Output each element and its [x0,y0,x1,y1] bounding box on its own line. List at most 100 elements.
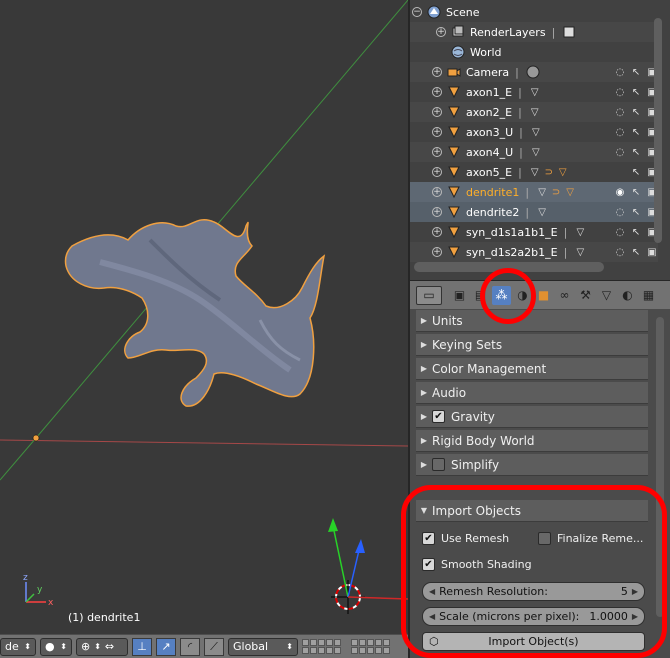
panel-simplify[interactable]: ▶ Simplify [416,454,648,476]
outliner-row-syn_d1s2a2b1_E[interactable]: + syn_d1s2a2b1_E | ▽ ◌ ↖ ▣ [410,242,658,262]
visibility-icon[interactable]: ◌ [614,246,626,258]
visibility-icon[interactable]: ◌ [614,226,626,238]
arrow-icon: ↗ [161,640,171,653]
select-cursor-icon[interactable]: ↖ [630,86,642,98]
layers-grid[interactable] [302,639,341,654]
mesh-data-icon: ▽ [601,288,612,302]
simplify-checkbox[interactable] [432,458,445,471]
tab-data[interactable]: ▽ [597,286,616,305]
outliner-item-label: axon2_E [466,105,513,119]
outliner-item-label: syn_d1s2a2b1_E [466,245,558,259]
tab-modifiers[interactable]: ⚒ [576,286,595,305]
wrench-icon: ⚒ [580,288,591,302]
expand-icon[interactable]: + [432,67,442,77]
mesh-object-icon [446,205,462,219]
outliner-row-axon3_U[interactable]: + axon3_U | ▽ ◌ ↖ ▣ [410,122,658,142]
svg-text:x: x [48,598,54,608]
scale-icon: ⟋ [210,639,218,653]
viewport-header: de ⬍ ● ⬍ ⊕ ⬍ ⇔ ⊥ ↗ ◜ ⟋ Global ⬍ [0,634,408,658]
outliner-row-axon4_U[interactable]: + axon4_U | ▽ ◌ ↖ ▣ [410,142,658,162]
orientation-select[interactable]: Global ⬍ [228,637,298,656]
tab-object[interactable]: ■ [534,286,553,305]
select-cursor-icon[interactable]: ↖ [630,246,642,258]
outliner-row-dendrite1[interactable]: + dendrite1 | ▽ ⊃ ▽ ◉ ↖ ▣ [410,182,658,202]
select-cursor-icon[interactable]: ↖ [630,106,642,118]
expand-icon[interactable]: + [432,127,442,137]
renderlayers-icon [450,25,466,39]
mode-select[interactable]: de ⬍ [0,637,36,656]
panel-rigid-body-world[interactable]: ▶ Rigid Body World [416,430,648,452]
3d-viewport[interactable]: z y x (1) dendrite1 [0,0,408,634]
rotate-manipulator-button[interactable]: ◜ [180,637,200,656]
outliner-row-axon2_E[interactable]: + axon2_E | ▽ ◌ ↖ ▣ [410,102,658,122]
mesh-data-icon: ▽ [530,106,539,118]
expand-icon[interactable]: + [432,207,442,217]
outliner-row-dendrite2[interactable]: + dendrite2 | ▽ ◌ ↖ ▣ [410,202,658,222]
tab-constraints[interactable]: ∞ [555,286,574,305]
outliner-row-camera[interactable]: + Camera | ◌ ↖ ▣ [410,62,658,82]
select-cursor-icon[interactable]: ↖ [630,226,642,238]
select-cursor-icon[interactable]: ↖ [630,66,642,78]
tab-material[interactable]: ◐ [618,286,637,305]
outliner-vertical-scrollbar[interactable] [654,18,662,243]
expand-icon[interactable]: + [432,87,442,97]
translate-manipulator-button[interactable]: ↗ [156,637,176,656]
expand-icon[interactable]: + [432,187,442,197]
object-origin [32,434,40,442]
visibility-icon[interactable]: ◌ [614,66,626,78]
rotate-icon: ◜ [187,640,193,653]
checkmark-icon: ✔ [434,411,443,422]
select-cursor-icon[interactable]: ↖ [630,186,642,198]
panel-label: Keying Sets [432,337,503,352]
svg-text:y: y [37,585,43,595]
collapse-icon[interactable]: − [412,7,422,17]
select-cursor-icon[interactable]: ↖ [630,166,642,178]
panel-keying-sets[interactable]: ▶ Keying Sets [416,334,648,356]
tab-render[interactable]: ▣ [450,286,469,305]
modifier-icon: ⊃ [544,166,553,178]
visibility-icon[interactable]: ◌ [614,106,626,118]
outliner-row-syn_d1s1a1b1_E[interactable]: + syn_d1s1a1b1_E | ▽ ◌ ↖ ▣ [410,222,658,242]
editor-type-button[interactable]: ▭ [416,285,442,305]
expand-icon[interactable]: + [436,27,446,37]
outliner-item-label: axon3_U [466,125,514,139]
expand-icon[interactable]: + [432,147,442,157]
shading-select[interactable]: ● ⬍ [40,637,72,656]
panel-units[interactable]: ▶ Units [416,310,648,332]
svg-text:z: z [23,573,28,583]
outliner-row-scene[interactable]: − Scene [410,2,658,22]
collapsed-arrow-icon: ▶ [420,316,428,325]
select-cursor-icon[interactable]: ↖ [630,146,642,158]
world-icon [450,45,466,59]
tab-texture[interactable]: ▦ [639,286,658,305]
outliner-row-axon5_E[interactable]: + axon5_E | ▽ ⊃ ▽ ↖ ▣ [410,162,658,182]
outliner-row-world[interactable]: World [410,42,658,62]
panel-gravity[interactable]: ▶ ✔ Gravity [416,406,648,428]
expand-icon[interactable]: + [432,247,442,257]
panel-color-management[interactable]: ▶ Color Management [416,358,648,380]
visibility-icon[interactable]: ◌ [614,146,626,158]
panel-label: Simplify [451,457,500,472]
select-cursor-icon[interactable]: ↖ [630,206,642,218]
scale-manipulator-button[interactable]: ⟋ [204,637,224,656]
outliner-item-label: Scene [446,5,480,19]
expand-icon[interactable]: + [432,107,442,117]
layers-grid-2[interactable] [351,639,390,654]
expand-icon[interactable]: + [432,167,442,177]
manipulator-toggle-button[interactable]: ⊥ [132,637,152,656]
outliner-row-renderlayers[interactable]: + RenderLayers | [410,22,658,42]
collapsed-arrow-icon: ▶ [420,340,428,349]
visibility-icon[interactable]: ◌ [614,206,626,218]
outliner-row-axon1_E[interactable]: + axon1_E | ▽ ◌ ↖ ▣ [410,82,658,102]
render-camera-icon[interactable]: ▣ [646,246,658,258]
gravity-checkbox[interactable]: ✔ [432,410,445,423]
panel-label: Rigid Body World [432,433,535,448]
panel-audio[interactable]: ▶ Audio [416,382,648,404]
pivot-select[interactable]: ⊕ ⬍ ⇔ [76,637,128,656]
eye-visible-icon[interactable]: ◉ [614,186,626,198]
mesh-object-icon: ▽ [558,166,567,178]
visibility-icon[interactable]: ◌ [614,126,626,138]
select-cursor-icon[interactable]: ↖ [630,126,642,138]
visibility-icon[interactable]: ◌ [614,86,626,98]
expand-icon[interactable]: + [432,227,442,237]
